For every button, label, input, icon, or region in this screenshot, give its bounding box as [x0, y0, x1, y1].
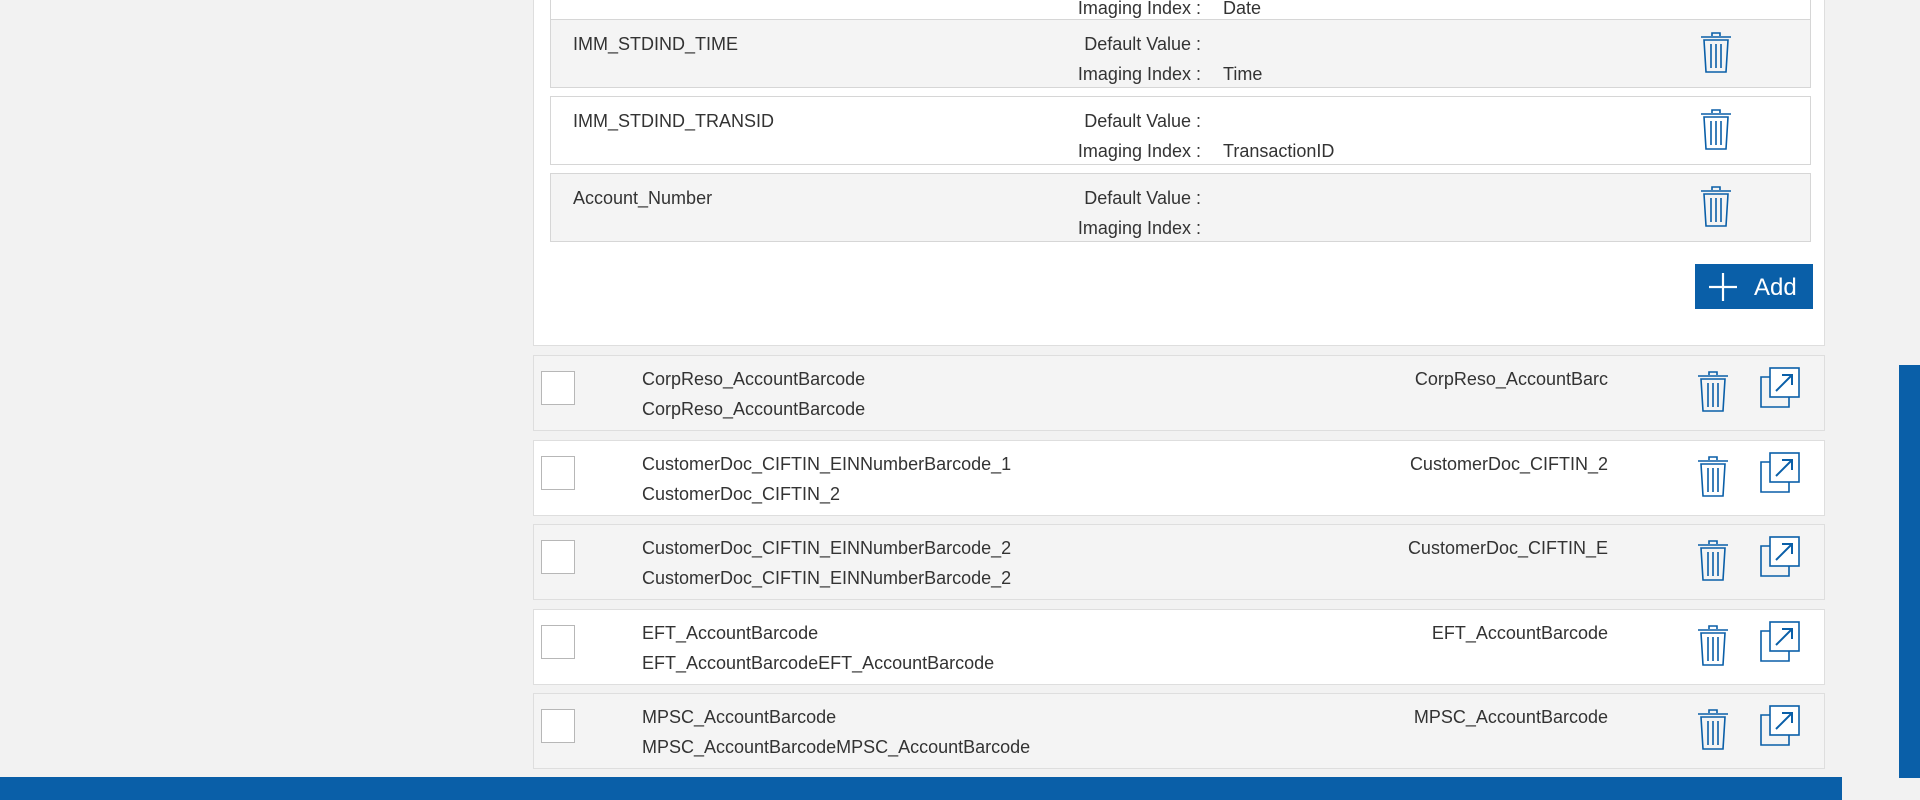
- trash-icon[interactable]: [1696, 709, 1730, 751]
- trash-icon[interactable]: [1696, 625, 1730, 667]
- list-item: CustomerDoc_CIFTIN_EINNumberBarcode_2 Cu…: [533, 524, 1825, 600]
- mapping-row: IMM_STDIND_TIME Default Value : Imaging …: [550, 19, 1811, 88]
- default-value-label: Default Value :: [1084, 188, 1201, 208]
- item-subtitle: CustomerDoc_CIFTIN_EINNumberBarcode_2: [642, 568, 1012, 588]
- mapping-row: IMM_STDIND_TRANSID Default Value : Imagi…: [550, 96, 1811, 165]
- open-external-icon[interactable]: [1759, 452, 1801, 494]
- item-checkbox[interactable]: [541, 709, 575, 743]
- mapping-field-name: IMM_STDIND_TRANSID: [573, 111, 775, 131]
- item-mapped-value: MPSC_AccountBarcode: [1413, 707, 1608, 727]
- trash-icon[interactable]: [1699, 186, 1733, 228]
- item-mapped-value: CustomerDoc_CIFTIN_E: [1407, 538, 1608, 558]
- item-checkbox[interactable]: [541, 540, 575, 574]
- default-value-label: Default Value :: [1084, 34, 1201, 54]
- add-button[interactable]: Add: [1695, 264, 1813, 309]
- trash-icon[interactable]: [1696, 540, 1730, 582]
- scrollbar-thumb[interactable]: [1899, 365, 1920, 778]
- item-checkbox[interactable]: [541, 371, 575, 405]
- default-value-label: Default Value :: [1084, 111, 1201, 131]
- imaging-index-label: Imaging Index :: [1077, 218, 1201, 238]
- item-subtitle: EFT_AccountBarcodeEFT_AccountBarcode: [642, 653, 995, 673]
- trash-icon[interactable]: [1696, 371, 1730, 413]
- add-button-label: Add: [1754, 274, 1797, 301]
- item-title: CustomerDoc_CIFTIN_EINNumberBarcode_1: [642, 454, 1012, 474]
- footer-bar: [0, 777, 1842, 800]
- item-subtitle: CustomerDoc_CIFTIN_2: [642, 484, 841, 504]
- item-subtitle: CorpReso_AccountBarcode: [642, 399, 866, 419]
- index-mapping-panel: Imaging Index : Date IMM_STDIND_TIME Def…: [533, 0, 1825, 346]
- trash-icon[interactable]: [1699, 109, 1733, 151]
- imaging-index-label: Imaging Index :: [1077, 141, 1201, 161]
- trash-icon[interactable]: [1699, 32, 1733, 74]
- mapping-field-name: IMM_STDIND_TIME: [573, 34, 739, 54]
- item-subtitle: MPSC_AccountBarcodeMPSC_AccountBarcode: [642, 737, 1031, 757]
- item-title: CorpReso_AccountBarcode: [642, 369, 866, 389]
- imaging-index-value: Date: [1223, 0, 1262, 18]
- mapping-row: Account_Number Default Value : Imaging I…: [550, 173, 1811, 242]
- plus-icon: [1707, 272, 1739, 309]
- open-external-icon[interactable]: [1759, 367, 1801, 409]
- open-external-icon[interactable]: [1759, 621, 1801, 663]
- mapping-field-name: Account_Number: [573, 188, 713, 208]
- list-item: MPSC_AccountBarcode MPSC_AccountBarcodeM…: [533, 693, 1825, 769]
- item-title: EFT_AccountBarcode: [642, 623, 819, 643]
- item-checkbox[interactable]: [541, 456, 575, 490]
- item-mapped-value: EFT_AccountBarcode: [1431, 623, 1608, 643]
- imaging-index-value: TransactionID: [1223, 141, 1335, 161]
- imaging-index-value: Time: [1223, 64, 1263, 84]
- item-checkbox[interactable]: [541, 625, 575, 659]
- item-title: CustomerDoc_CIFTIN_EINNumberBarcode_2: [642, 538, 1012, 558]
- imaging-index-label: Imaging Index :: [1077, 0, 1201, 18]
- trash-icon[interactable]: [1696, 456, 1730, 498]
- open-external-icon[interactable]: [1759, 536, 1801, 578]
- item-mapped-value: CorpReso_AccountBarc: [1414, 369, 1608, 389]
- list-item: EFT_AccountBarcode EFT_AccountBarcodeEFT…: [533, 609, 1825, 685]
- item-mapped-value: CustomerDoc_CIFTIN_2: [1409, 454, 1608, 474]
- list-item: CustomerDoc_CIFTIN_EINNumberBarcode_1 Cu…: [533, 440, 1825, 516]
- open-external-icon[interactable]: [1759, 705, 1801, 747]
- imaging-index-label: Imaging Index :: [1077, 64, 1201, 84]
- list-item: CorpReso_AccountBarcode CorpReso_Account…: [533, 355, 1825, 431]
- item-title: MPSC_AccountBarcode: [642, 707, 837, 727]
